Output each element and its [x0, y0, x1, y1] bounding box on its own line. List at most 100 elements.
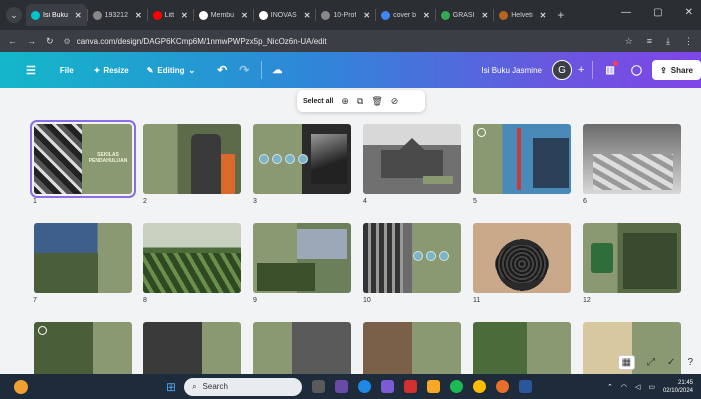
more-menu-icon[interactable]: ⋮	[684, 36, 693, 47]
tab-close-icon[interactable]: ✕	[181, 11, 188, 20]
tab-close-icon[interactable]: ✕	[540, 11, 547, 20]
yard-photo	[623, 233, 677, 289]
tab-close-icon[interactable]: ✕	[482, 11, 489, 20]
browser-tab[interactable]: cover b ✕	[376, 4, 435, 26]
widgets-icon[interactable]	[335, 380, 349, 393]
comment-icon[interactable]: ◯	[631, 65, 642, 76]
task-view-icon[interactable]	[312, 380, 326, 393]
select-circle-icon[interactable]	[38, 326, 47, 335]
tab-search-icon[interactable]: ⌄	[6, 7, 22, 23]
page-number: 7	[33, 297, 37, 304]
avatar[interactable]: G	[551, 60, 572, 80]
minimize-icon[interactable]: —	[621, 7, 631, 18]
clock[interactable]: 21:45 02/10/2024	[663, 379, 693, 395]
volume-icon[interactable]: ◁	[635, 383, 640, 391]
cloud-save-icon[interactable]: ☁	[272, 65, 282, 76]
tab-close-icon[interactable]: ✕	[135, 11, 142, 20]
trash-icon[interactable]: 🗑	[371, 96, 382, 107]
teams-icon[interactable]	[381, 380, 395, 393]
page-thumbnail-15[interactable]	[253, 322, 351, 374]
weather-icon[interactable]	[14, 379, 28, 394]
browser-tab[interactable]: 193212 ✕	[88, 4, 147, 26]
page-thumbnail-16[interactable]	[363, 322, 461, 374]
netflix-icon[interactable]	[404, 380, 418, 393]
page-thumbnail-10[interactable]	[363, 223, 461, 293]
tab-close-icon[interactable]: ✕	[241, 11, 248, 20]
browser-tab[interactable]: Membu ✕	[194, 4, 253, 26]
share-button[interactable]: ⇪ Share	[652, 60, 701, 80]
street-photo	[363, 223, 403, 293]
select-circle-icon[interactable]	[477, 128, 486, 137]
editing-mode-dropdown[interactable]: ✎ Editing ⌄	[147, 66, 196, 75]
page-thumbnail-12[interactable]	[583, 223, 681, 293]
redo-icon[interactable]: ↷	[239, 63, 249, 77]
browser-tab[interactable]: Helveti ✕	[494, 4, 551, 26]
download-icon[interactable]: ⤓	[666, 36, 670, 47]
page-thumbnail-13[interactable]	[34, 322, 132, 374]
design-title[interactable]: Isi Buku Jasmine	[482, 66, 542, 75]
page-thumbnail-7[interactable]	[34, 223, 132, 293]
tab-close-icon[interactable]: ✕	[363, 11, 370, 20]
duplicate-icon[interactable]: ⧉	[357, 96, 363, 107]
page-thumbnail-14[interactable]	[143, 322, 241, 374]
page-thumbnail-11[interactable]	[473, 223, 571, 293]
analytics-icon[interactable]: ▥	[605, 60, 618, 76]
fullscreen-icon[interactable]: ⤢	[647, 357, 655, 368]
bookmark-star-icon[interactable]: ☆	[625, 36, 633, 47]
reload-icon[interactable]: ↻	[46, 36, 54, 47]
new-tab-button[interactable]: +	[557, 8, 564, 22]
page-thumbnail-3[interactable]	[253, 124, 351, 194]
help-icon[interactable]: ?	[687, 357, 693, 368]
edge-browser-icon[interactable]	[358, 380, 372, 393]
tab-favicon-icon	[198, 10, 208, 20]
word-icon[interactable]	[519, 380, 533, 393]
browser-tab[interactable]: GRASI ✕	[436, 4, 494, 26]
hide-icon[interactable]: ⊘	[391, 96, 399, 107]
spotify-icon[interactable]	[450, 380, 464, 393]
tab-label: Isi Buku	[43, 11, 68, 19]
windows-start-icon[interactable]: ⊞	[166, 380, 176, 394]
forward-icon[interactable]: →	[27, 36, 36, 46]
file-explorer-icon[interactable]	[427, 380, 441, 393]
page-thumbnail-6[interactable]	[583, 124, 681, 194]
page-thumbnail-8[interactable]	[143, 223, 241, 293]
reading-list-icon[interactable]: ≡	[647, 36, 652, 46]
close-window-icon[interactable]: ✕	[685, 7, 693, 18]
hamburger-icon[interactable]: ☰	[26, 64, 36, 77]
page-thumbnail-4[interactable]	[363, 124, 461, 194]
check-circle-icon[interactable]: ✓	[667, 357, 675, 368]
back-icon[interactable]: ←	[8, 36, 17, 46]
chrome-icon[interactable]	[473, 380, 487, 393]
tray-chevron-icon[interactable]: ⌃	[607, 383, 613, 391]
page-thumbnail-17[interactable]	[473, 322, 571, 374]
browser-tab[interactable]: 10-Prof ✕	[316, 4, 375, 26]
bridge-pillar	[517, 128, 521, 190]
address-bar: ← → ↻ ⚙ canva.com/design/DAGP6KCmp6M/1nm…	[0, 30, 701, 52]
tab-close-icon[interactable]: ✕	[423, 11, 430, 20]
page-thumbnail-5[interactable]	[473, 124, 571, 194]
resize-button[interactable]: ✦ Resize	[94, 66, 129, 75]
tab-close-icon[interactable]: ✕	[75, 11, 82, 20]
wifi-icon[interactable]: ◠	[621, 383, 627, 391]
browser-tab[interactable]: Litt ✕	[148, 4, 193, 26]
tab-close-icon[interactable]: ✕	[304, 11, 311, 20]
select-all-button[interactable]: Select all	[303, 98, 333, 105]
chrome-active-icon[interactable]	[496, 380, 510, 393]
grid-view-icon[interactable]: ▦	[617, 355, 636, 370]
add-page-icon[interactable]: ⊕	[341, 96, 349, 107]
page-thumbnail-9[interactable]	[253, 223, 351, 293]
file-menu-button[interactable]: File	[60, 66, 74, 75]
invite-plus-icon[interactable]: +	[578, 64, 584, 76]
taskbar-search[interactable]: ⌕ Search	[184, 377, 303, 396]
tab-favicon-icon	[440, 10, 450, 20]
maximize-icon[interactable]: ▢	[653, 7, 662, 18]
page-thumbnail-1[interactable]: SEKILAS PENDAHULUAN	[30, 120, 136, 198]
undo-icon[interactable]: ↶	[217, 63, 227, 77]
browser-tab[interactable]: INOVAS ✕	[254, 4, 316, 26]
battery-icon[interactable]: ▭	[648, 383, 655, 391]
page-thumbnail-2[interactable]	[143, 124, 241, 194]
browser-tab[interactable]: Isi Buku ✕	[26, 4, 87, 26]
page-number: 12	[583, 297, 591, 304]
url-field[interactable]: ⚙ canva.com/design/DAGP6KCmp6M/1nmwPWPzx…	[64, 37, 327, 46]
site-info-icon[interactable]: ⚙	[64, 37, 71, 46]
